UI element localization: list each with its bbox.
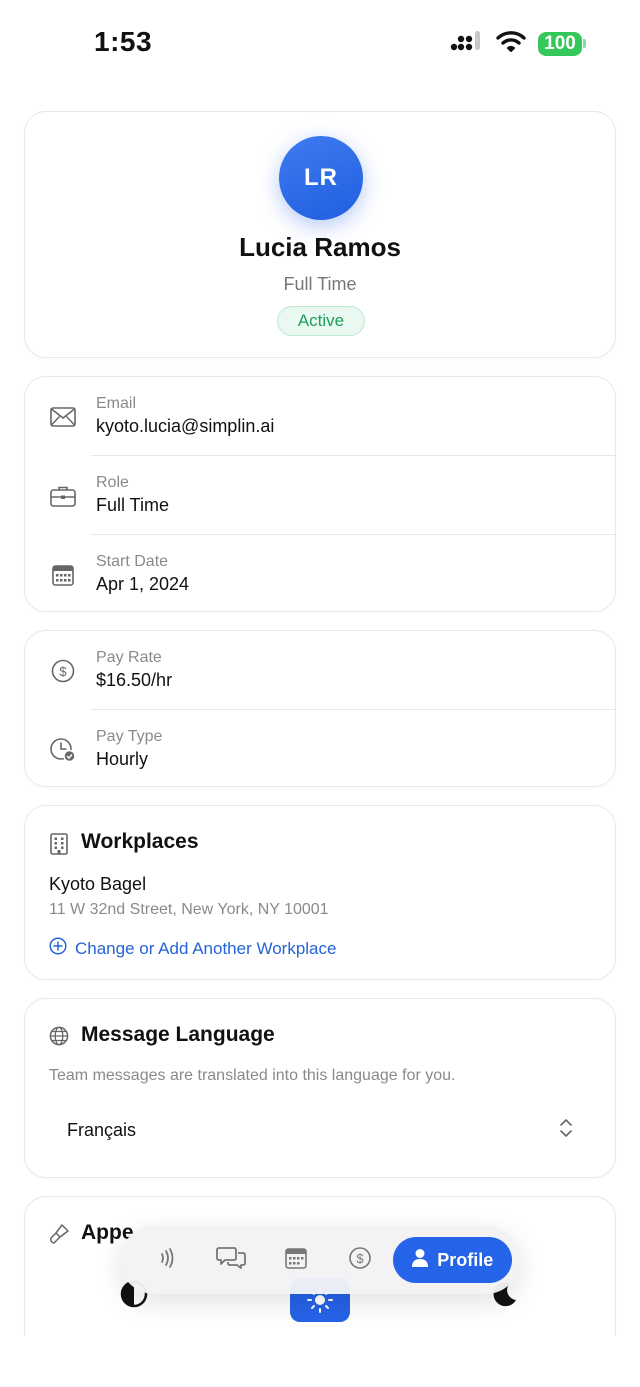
pay-rate-label: Pay Rate (96, 649, 162, 666)
pay-type-label: Pay Type (96, 728, 163, 745)
signal-icon (450, 30, 484, 57)
building-icon (47, 832, 71, 856)
status-time: 1:53 (94, 26, 153, 57)
calendar-icon (284, 1247, 307, 1274)
nfc-icon (154, 1246, 178, 1275)
tab-bar: $ Profile (120, 1226, 520, 1294)
tab-nfc[interactable] (134, 1234, 199, 1286)
profile-employment-type: Full Time (283, 274, 357, 294)
person-icon (411, 1248, 429, 1273)
globe-icon (47, 1024, 71, 1048)
role-value: Full Time (96, 495, 170, 515)
bottom-fade (0, 1336, 640, 1387)
clock-check-icon (49, 737, 77, 763)
email-label: Email (96, 395, 137, 412)
role-row: Role Full Time (25, 456, 615, 534)
start-date-row: Start Date Apr 1, 2024 (25, 535, 615, 613)
message-language-description: Team messages are translated into this l… (49, 1067, 456, 1084)
battery-level: 100 (538, 31, 582, 56)
avatar: LR (279, 136, 363, 220)
paintbrush-icon (47, 1222, 71, 1246)
briefcase-icon (49, 483, 77, 509)
profile-name: Lucia Ramos (239, 232, 401, 262)
start-date-value: Apr 1, 2024 (96, 574, 190, 594)
tab-pay[interactable]: $ (328, 1234, 393, 1286)
calendar-icon (49, 562, 77, 588)
workplace-address: 11 W 32nd Street, New York, NY 10001 (49, 901, 329, 918)
status-indicators: 100 (450, 30, 586, 57)
message-language-card: Message Language Team messages are trans… (24, 998, 616, 1178)
pay-rate-value: $16.50/hr (96, 670, 173, 690)
envelope-icon (49, 404, 77, 430)
workplace-name: Kyoto Bagel (49, 874, 147, 894)
wifi-icon (496, 30, 526, 57)
tab-schedule[interactable] (263, 1234, 328, 1286)
pay-rate-row: $ Pay Rate $16.50/hr (25, 631, 615, 709)
tab-messages[interactable] (199, 1234, 264, 1286)
profile-card: LR Lucia Ramos Full Time Active (24, 111, 616, 358)
svg-text:$: $ (59, 664, 67, 679)
status-bar: 1:53 100 (0, 0, 640, 90)
message-language-title: Message Language (81, 1023, 275, 1046)
battery-icon: 100 (538, 31, 586, 56)
email-value: kyoto.lucia@simplin.ai (96, 416, 275, 436)
dollar-icon: $ (49, 658, 77, 684)
pay-card: $ Pay Rate $16.50/hr Pay Type Hourly (24, 630, 616, 787)
tab-profile[interactable]: Profile (392, 1237, 512, 1283)
change-workplace-label: Change or Add Another Workplace (75, 938, 337, 958)
chat-bubbles-icon (216, 1245, 246, 1276)
role-label: Role (96, 474, 129, 491)
workplaces-card: Workplaces Kyoto Bagel 11 W 32nd Street,… (24, 805, 616, 980)
workplaces-title: Workplaces (81, 830, 199, 853)
svg-text:$: $ (357, 1251, 365, 1266)
tab-profile-label: Profile (437, 1249, 494, 1270)
language-select[interactable]: Français (49, 1111, 591, 1149)
email-row[interactable]: Email kyoto.lucia@simplin.ai (25, 377, 615, 455)
status-badge: Active (277, 306, 365, 336)
pay-type-value: Hourly (96, 749, 149, 769)
pay-type-row: Pay Type Hourly (25, 710, 615, 788)
plus-circle-icon (49, 937, 67, 960)
dollar-icon: $ (348, 1246, 372, 1275)
details-card: Email kyoto.lucia@simplin.ai Role Full T… (24, 376, 616, 612)
language-selected-value: Français (67, 1119, 137, 1140)
start-date-label: Start Date (96, 553, 169, 570)
chevron-up-down-icon (559, 1118, 573, 1143)
change-workplace-link[interactable]: Change or Add Another Workplace (49, 937, 336, 960)
